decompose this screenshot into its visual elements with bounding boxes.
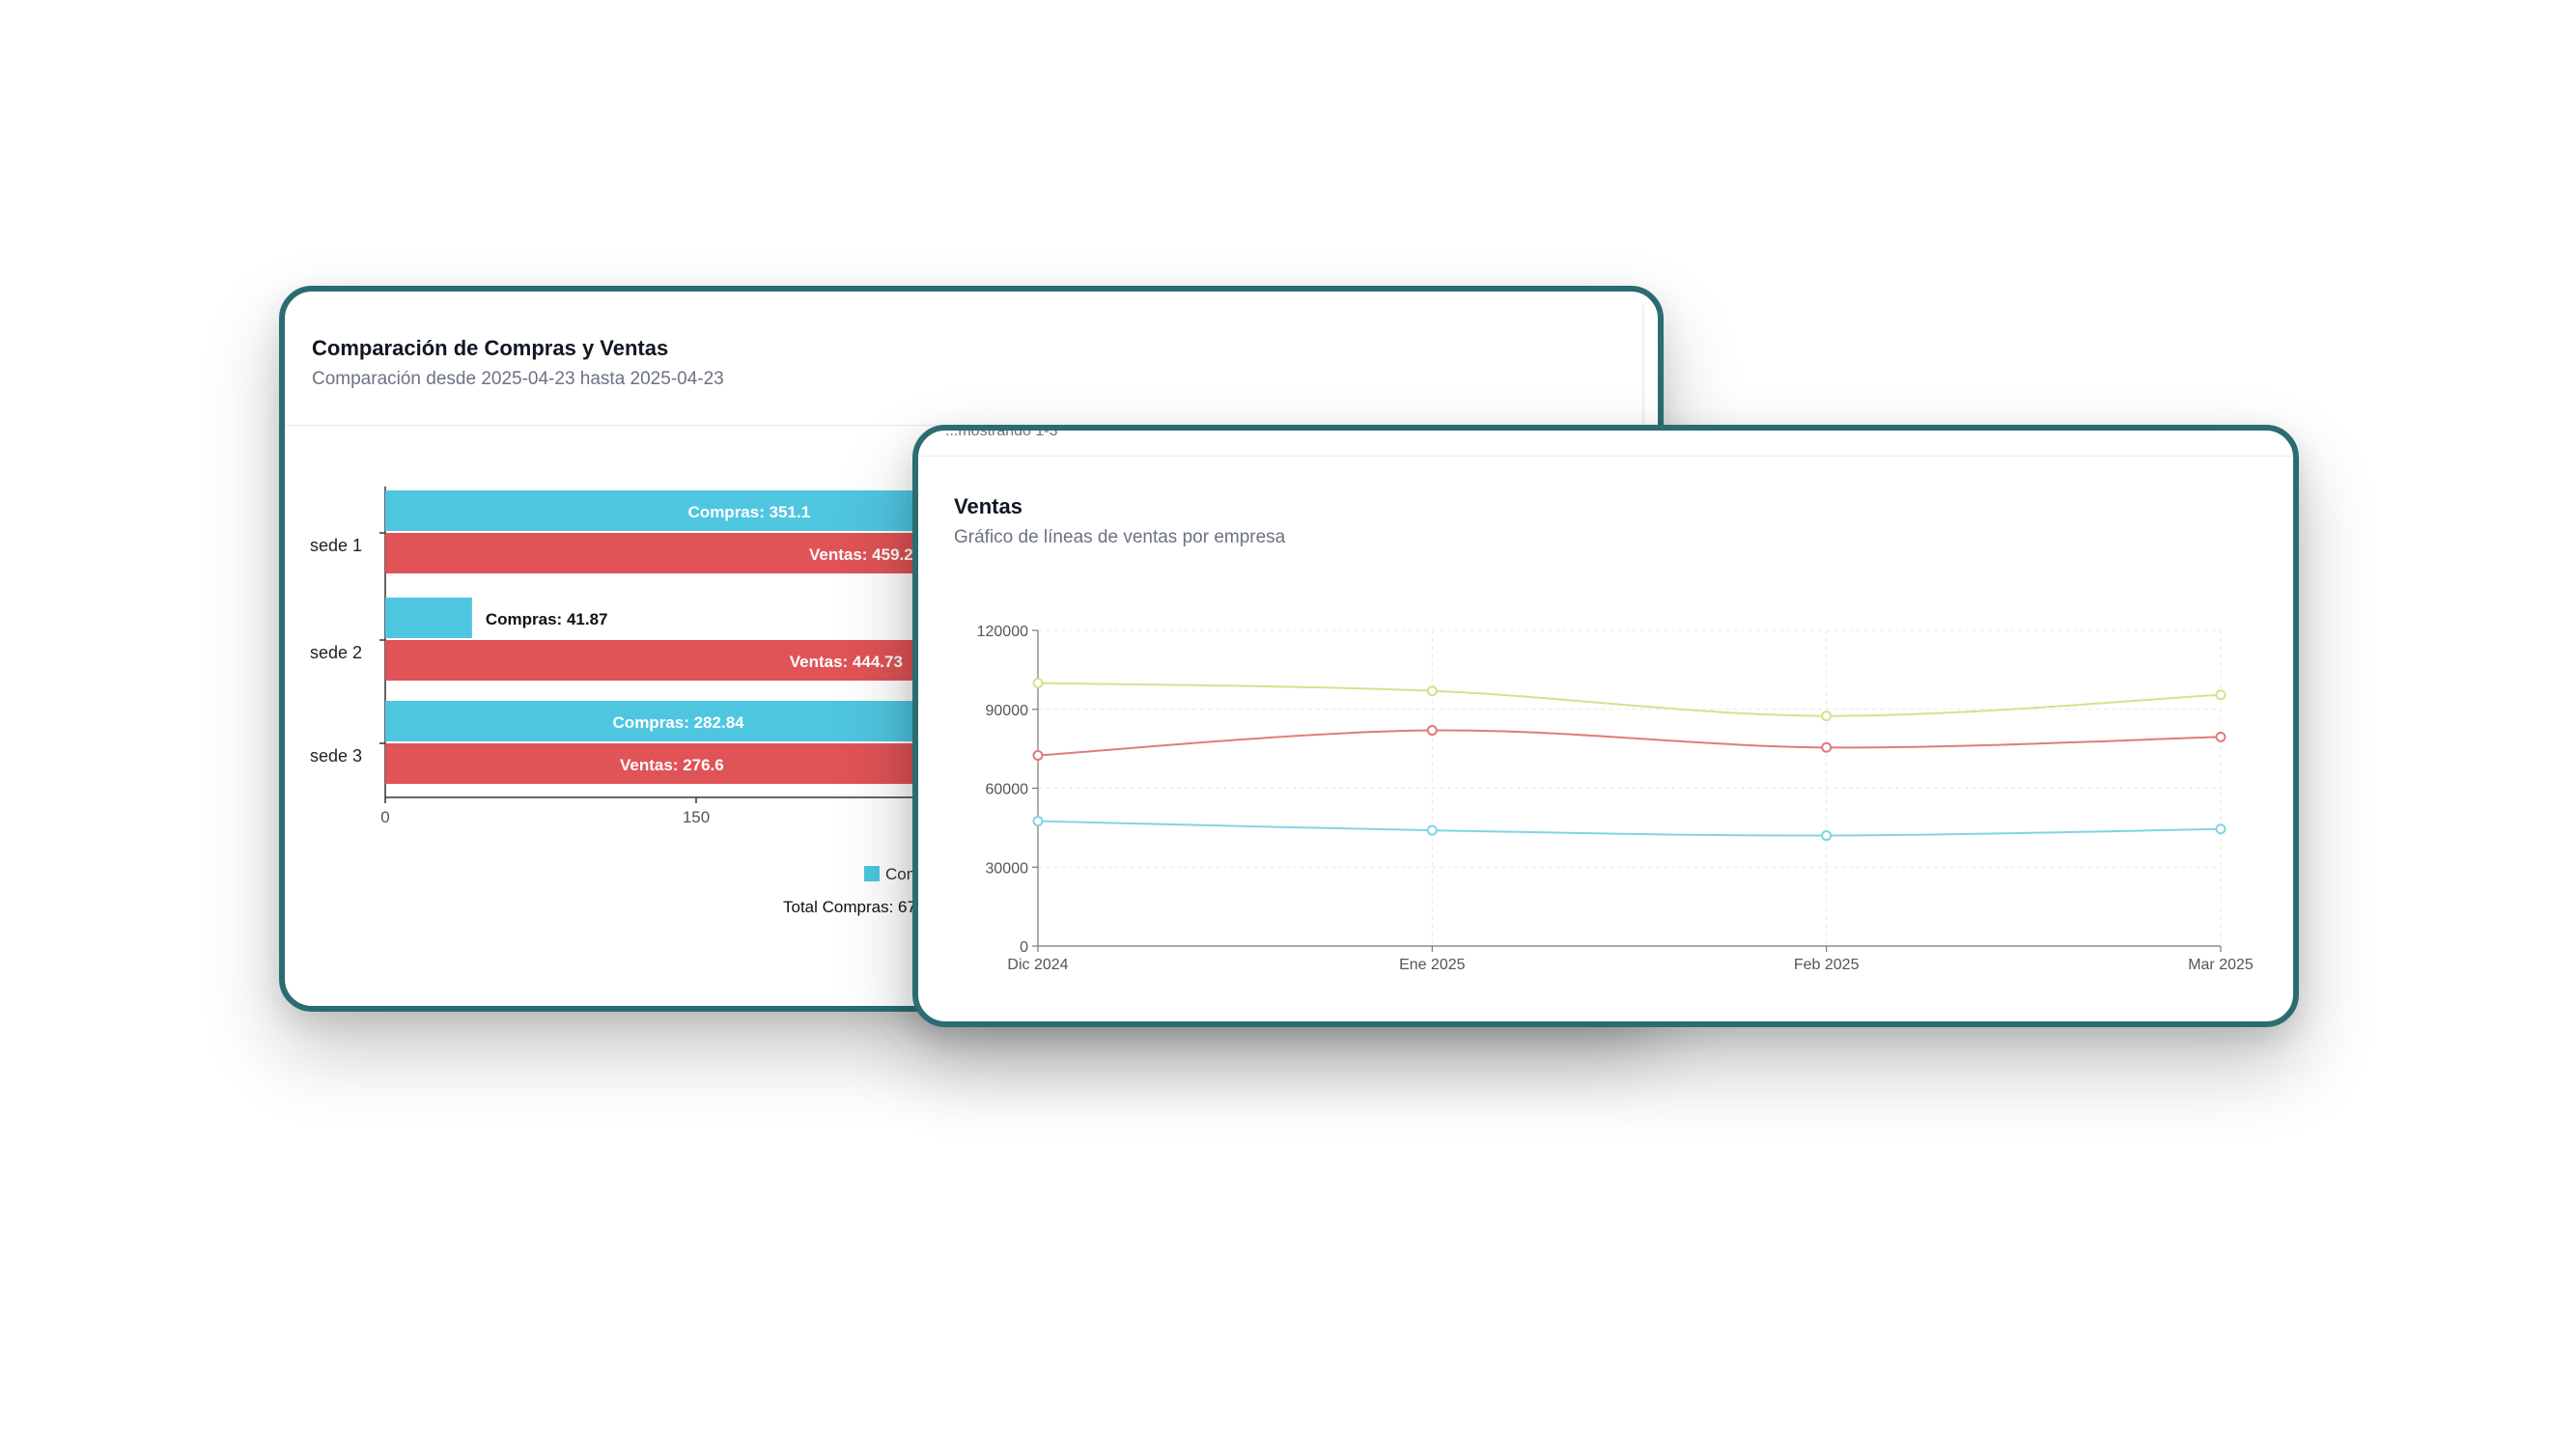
line-y-tick-label-0: 0 <box>1020 939 1028 956</box>
line-x-tick-label-0: Dic 2024 <box>1007 957 1068 973</box>
bar-x-tick-label-0: 0 <box>380 808 389 826</box>
line-x-tick-label-1: Ene 2025 <box>1399 957 1466 973</box>
line-y-tick-label-1: 30000 <box>986 860 1029 877</box>
series-1-point-1 <box>1426 725 1438 737</box>
sales-line-chart-card: ...mostrando 1-3 Ventas Gráfico de línea… <box>912 425 2299 1027</box>
series-1-point-3 <box>2215 731 2226 742</box>
series-2-point-0 <box>1032 816 1044 827</box>
line-x-tick-label-3: Mar 2025 <box>2188 957 2254 973</box>
series-0-point-2 <box>1821 711 1833 722</box>
category-label-sede-2: sede 2 <box>310 643 362 662</box>
compras-value-label-sede-2: Compras: 41.87 <box>486 610 608 628</box>
compras-value-label-sede-3: Compras: 282.84 <box>613 713 745 732</box>
line-x-tick-label-2: Feb 2025 <box>1794 957 1860 973</box>
series-2-point-3 <box>2215 823 2226 835</box>
category-label-sede-3: sede 3 <box>310 746 362 766</box>
series-line-1 <box>1037 729 2222 757</box>
series-line-2 <box>1037 820 2222 837</box>
series-2-point-2 <box>1821 830 1833 842</box>
ventas-value-label-sede-2: Ventas: 444.73 <box>790 653 903 671</box>
category-label-sede-1: sede 1 <box>310 536 362 555</box>
ventas-value-label-sede-3: Ventas: 276.6 <box>620 756 724 774</box>
series-0-point-1 <box>1426 685 1438 697</box>
page: { "bar_card": { "title": "Comparación de… <box>0 0 2576 1450</box>
line-y-tick-label-4: 120000 <box>977 624 1028 640</box>
series-0-point-3 <box>2215 689 2226 701</box>
line-y-tick-label-2: 60000 <box>986 782 1029 798</box>
compras-bar-sede-2 <box>385 598 472 638</box>
line-y-tick-label-3: 90000 <box>986 703 1029 719</box>
series-0-point-0 <box>1032 678 1044 688</box>
ventas-value-label-sede-1: Ventas: 459.2 <box>809 545 913 564</box>
bar-x-tick-label-1: 150 <box>683 808 710 826</box>
compras-value-label-sede-1: Compras: 351.1 <box>688 503 811 521</box>
line-chart: 0 30000 60000 90000 120000 Dic 2024 Ene 2025 Fe… <box>977 624 2254 973</box>
legend-compras-swatch <box>864 866 880 881</box>
series-2-point-1 <box>1426 824 1438 836</box>
series-line-0 <box>1037 682 2222 717</box>
series-1-point-2 <box>1821 741 1833 753</box>
series-1-point-0 <box>1032 749 1044 761</box>
totals-label: Total Compras: 67 <box>783 898 916 916</box>
